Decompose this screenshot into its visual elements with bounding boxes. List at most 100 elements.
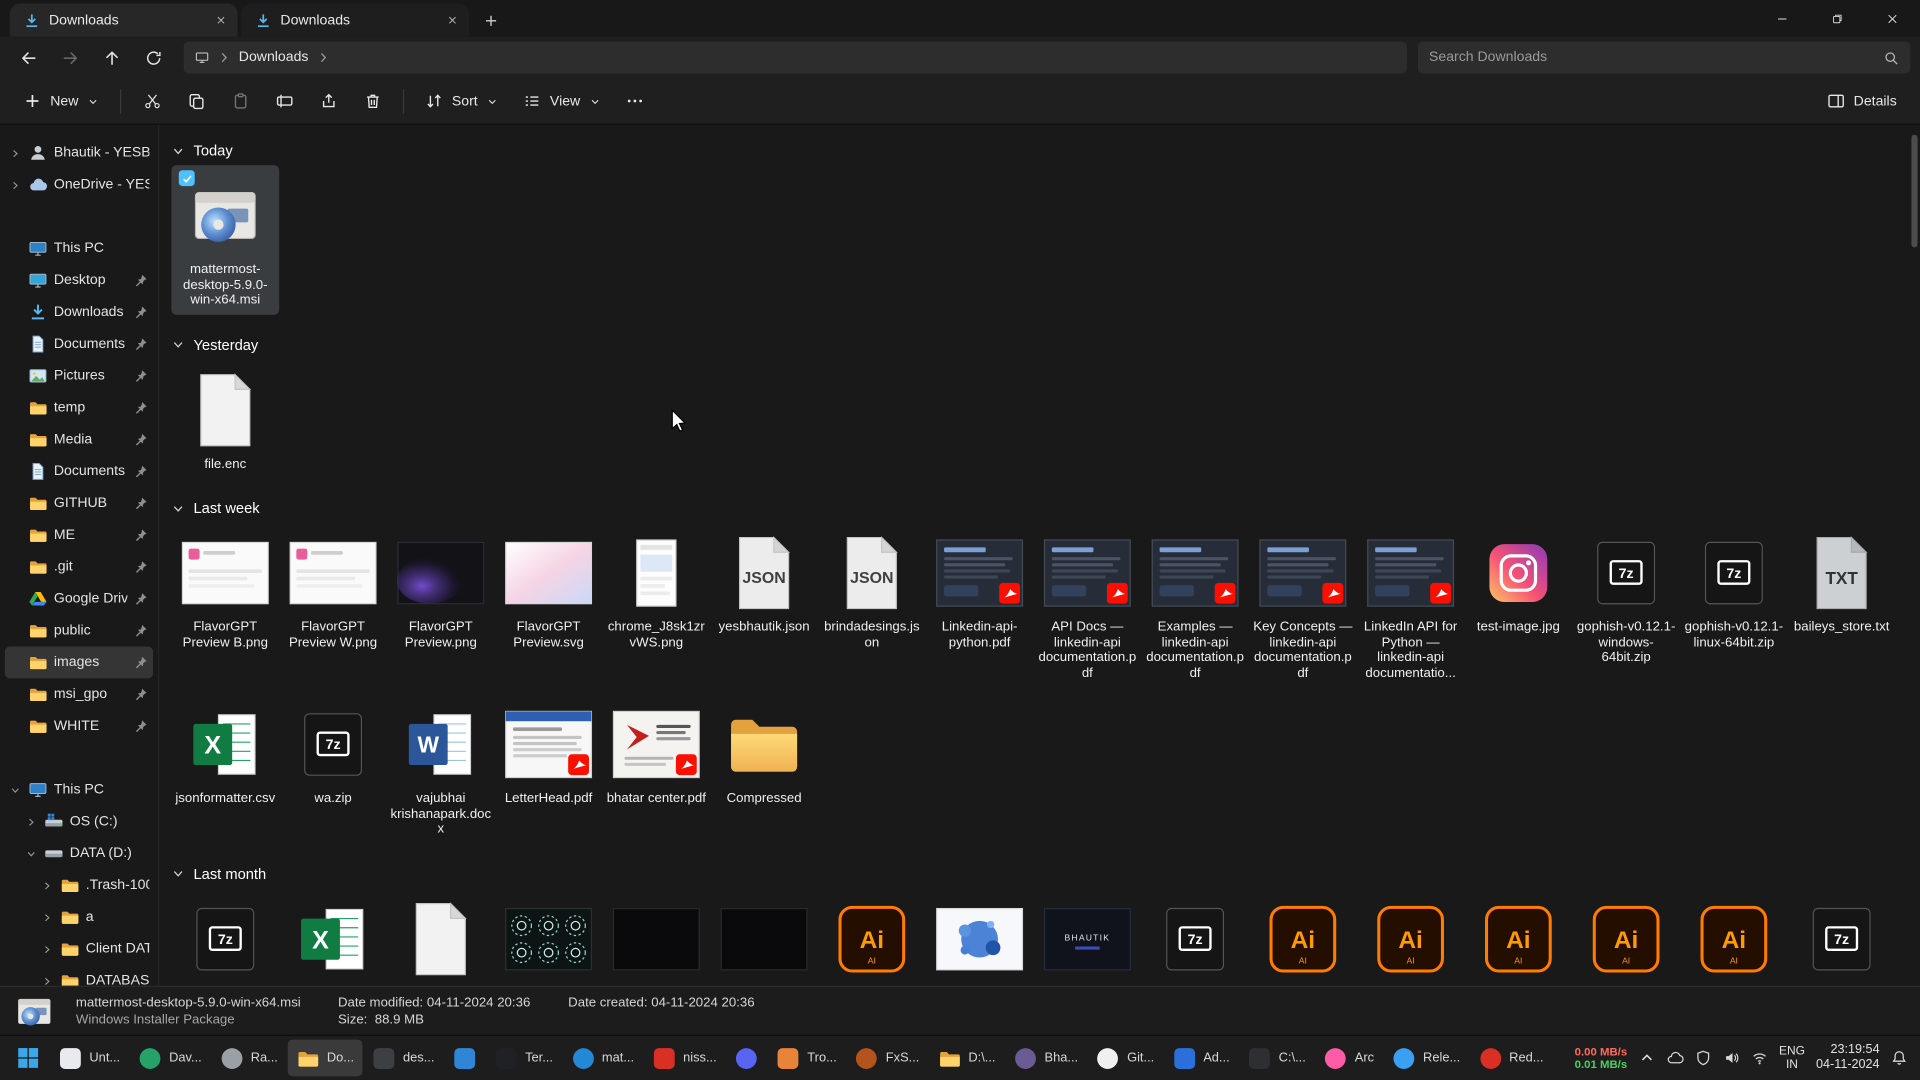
volume-icon[interactable] [1723,1049,1740,1066]
file-tile[interactable]: Rectangle 6.png [602,888,710,985]
file-tile[interactable]: Group 37.png [495,888,603,985]
section-header-last-month[interactable]: Last month [171,859,1910,888]
file-tile[interactable]: Xjsonformatter.csv [171,694,279,843]
file-tile[interactable]: API Docs — linkedin-api documentation.pd… [1033,523,1141,687]
taskbar-app-ad[interactable]: Ad... [1164,1040,1238,1077]
taskbar-app-ra[interactable]: Ra... [212,1040,287,1077]
up-button[interactable] [93,41,131,74]
sidebar-item-documents[interactable]: Documents [5,456,153,488]
section-header-yesterday[interactable]: Yesterday [171,330,1910,359]
search-input[interactable] [1429,50,1876,65]
sidebar-item-media[interactable]: Media [5,424,153,456]
address-bar[interactable]: Downloads [184,42,1407,74]
sidebar-item-temp[interactable]: temp [5,392,153,424]
chevron-right-icon[interactable] [10,148,22,159]
details-pane-button[interactable]: Details [1816,83,1908,120]
selected-checkbox[interactable] [179,170,195,186]
more-options-button[interactable] [614,83,656,120]
file-tile[interactable]: FlavorGPT Preview B.png [171,523,279,687]
section-header-last-week[interactable]: Last week [171,493,1910,522]
minimize-button[interactable] [1755,0,1810,37]
sidebar-item-pictures[interactable]: Pictures [5,360,153,392]
maximize-button[interactable] [1810,0,1865,37]
sidebar-item-msi-gpo[interactable]: msi_gpo [5,678,153,710]
file-tile[interactable]: Compressed [710,694,818,843]
file-tile[interactable]: mattermost-desktop-5.9.0-win-x64.msi [171,165,279,314]
notification-bell-icon[interactable] [1891,1049,1908,1066]
sidebar-item-google-drive[interactable]: Google Drive [5,583,153,615]
new-tab-button[interactable] [475,5,507,37]
breadcrumb[interactable]: Downloads [239,50,309,65]
sidebar-item-images[interactable]: images [5,647,153,679]
sidebar-item-git[interactable]: .git [5,551,153,583]
sidebar-item-documents[interactable]: Documents [5,328,153,360]
sidebar-item-me[interactable]: ME [5,519,153,551]
file-tile[interactable]: AiAIAdobeStock_684401528.ai [1464,888,1572,985]
file-tile[interactable]: BHAUTIKBHAUTIK.png [1033,888,1141,985]
rename-button[interactable] [263,83,305,120]
scrollbar-thumb[interactable] [1911,135,1917,248]
taskbar-app-d[interactable]: D:\... [929,1040,1004,1077]
file-tile[interactable]: 7zsaveweb2zip-com-www-harness-io.zip [171,888,279,985]
chevron-down-icon[interactable] [171,144,184,157]
taskbar-app-tro[interactable]: Tro... [768,1040,845,1077]
sidebar-item-trash-1000[interactable]: .Trash-1000 [5,869,153,901]
forward-button[interactable] [51,41,89,74]
sidebar-item-os-c[interactable]: OS (C:) [5,806,153,838]
file-tile[interactable]: 7zDOCUMENT.zip [1788,888,1896,985]
file-tile[interactable]: Key Concepts — linkedin-api documentatio… [1249,523,1357,687]
file-tile[interactable]: 7zgophish-v0.12.1-linux-64bit.zip [1680,523,1788,687]
chevron-down-icon[interactable] [10,784,22,795]
chevron-right-icon[interactable] [42,975,54,985]
onedrive-cloud-icon[interactable] [1666,1049,1683,1066]
file-tile[interactable]: bhatar center.pdf [602,694,710,843]
chevron-right-icon[interactable] [316,50,331,65]
back-button[interactable] [10,41,48,74]
file-tile[interactable]: 7zwa.zip [279,694,387,843]
share-button[interactable] [307,83,349,120]
file-tile[interactable]: Wvajubhai krishanapark.docx [387,694,495,843]
file-tile[interactable]: LetterHead.pdf [495,694,603,843]
paste-button[interactable] [219,83,261,120]
file-tile[interactable]: AiAIAdobeStock_594399656.ai [1680,888,1788,985]
copy-button[interactable] [175,83,217,120]
file-tile[interactable]: AiAIAdobeStock_684425862.ai [1357,888,1465,985]
sidebar-item-a[interactable]: a [5,901,153,933]
file-tile[interactable]: file.enc [171,359,279,477]
clock[interactable]: 23:19:54 04-11-2024 [1816,1043,1880,1072]
file-tile[interactable]: FlavorGPT Preview.svg [495,523,603,687]
taskbar-app-ter[interactable]: Ter... [486,1040,562,1077]
file-tile[interactable]: AiAIAdobeStock_594399656 [Converted].ai [818,888,926,985]
taskbar-app-do[interactable]: Do... [288,1040,363,1077]
section-header-today[interactable]: Today [171,136,1910,165]
close-tab-icon[interactable] [211,10,231,30]
file-tile[interactable]: 7zyashvidotdev_AssignmentRepo-main.zip [1141,888,1249,985]
file-tile[interactable]: Xvoucher.xlsx [279,888,387,985]
scrollbar[interactable] [1910,127,1919,983]
taskbar-app-unt[interactable]: Unt... [50,1040,128,1077]
search-box[interactable] [1418,42,1910,74]
view-button[interactable]: View [512,83,612,120]
chevron-right-icon[interactable] [217,50,232,65]
taskbar-app-c[interactable]: C:\... [1239,1040,1314,1077]
taskbar-app-arc[interactable]: Arc [1316,1040,1383,1077]
security-shield-icon[interactable] [1695,1049,1712,1066]
chevron-down-icon[interactable] [26,848,38,859]
file-tile[interactable]: LinkedIn API for Python — linkedin-api d… [1357,523,1465,687]
wifi-icon[interactable] [1751,1049,1768,1066]
sidebar-item-this-pc[interactable]: This PC [5,233,153,265]
file-tile[interactable]: Linkedin-api-python.pdf [926,523,1034,687]
sidebar-item-this-pc[interactable]: This PC [5,774,153,806]
refresh-button[interactable] [135,41,173,74]
delete-button[interactable] [351,83,393,120]
close-button[interactable] [1865,0,1920,37]
taskbar-app-niss[interactable]: niss... [644,1040,725,1077]
file-tile[interactable]: 7zgophish-v0.12.1-windows-64bit.zip [1572,523,1680,687]
file-tile[interactable]: FlavorGPT Preview W.png [279,523,387,687]
sidebar-item-desktop[interactable]: Desktop [5,264,153,296]
file-tile[interactable]: chrome_J8sk1zrvWS.png [602,523,710,687]
chevron-right-icon[interactable] [42,912,54,923]
taskbar-app-bha[interactable]: Bha... [1005,1040,1086,1077]
taskbar-app-rele[interactable]: Rele... [1384,1040,1469,1077]
sidebar-item-client-data[interactable]: Client DATA [5,933,153,965]
